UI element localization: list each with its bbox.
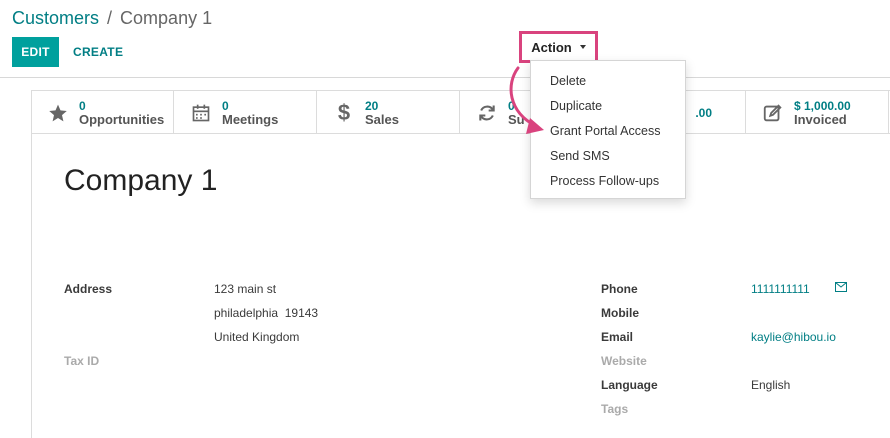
mobile-label: Mobile [601, 306, 639, 320]
breadcrumb: Customers / Company 1 [12, 8, 212, 29]
smart-button-sales[interactable]: $ 20 Sales [317, 91, 460, 134]
breadcrumb-current: Company 1 [120, 8, 213, 28]
edit-button[interactable]: EDIT [12, 37, 59, 67]
refresh-icon [476, 102, 498, 124]
address-label: Address [64, 282, 113, 296]
menu-item-duplicate[interactable]: Duplicate [531, 94, 685, 119]
calendar-icon [190, 102, 212, 124]
star-icon [47, 102, 69, 124]
language-value: English [751, 378, 791, 392]
address-street: 123 main st [214, 282, 277, 296]
opportunities-label: Opportunities [79, 111, 165, 127]
meetings-count: 0 [222, 98, 229, 113]
invoice-icon [762, 102, 784, 124]
menu-item-grant-portal-access[interactable]: Grant Portal Access [531, 119, 685, 144]
record-title: Company 1 [64, 164, 218, 197]
menu-item-process-follow-ups[interactable]: Process Follow-ups [531, 169, 685, 194]
smart-button-meetings[interactable]: 0 Meetings [174, 91, 317, 134]
invoiced-label: Invoiced [794, 111, 847, 127]
phone-value[interactable]: 1111111111 [751, 282, 810, 296]
phone-label: Phone [601, 282, 638, 296]
toolbar-divider [0, 77, 890, 78]
address-city-zip: philadelphia 19143 [214, 306, 319, 320]
meetings-label: Meetings [222, 111, 279, 127]
menu-item-send-sms[interactable]: Send SMS [531, 144, 685, 169]
smart-button-row: 0 Opportunities 0 Meetings $ 20 Sales 0 … [31, 91, 890, 134]
caret-down-icon [579, 45, 586, 49]
language-label: Language [601, 378, 658, 392]
website-label: Website [601, 354, 647, 368]
sales-count: 20 [365, 98, 379, 113]
address-country: United Kingdom [214, 330, 300, 344]
menu-item-delete[interactable]: Delete [531, 69, 685, 94]
create-button[interactable]: CREATE [66, 37, 130, 67]
tags-label: Tags [601, 402, 629, 416]
action-dropdown-button[interactable]: Action [519, 31, 598, 63]
email-label: Email [601, 330, 634, 344]
annotation-arrow-icon [509, 66, 544, 134]
sales-label: Sales [365, 111, 399, 127]
envelope-icon[interactable] [835, 281, 847, 295]
action-label: Action [531, 39, 572, 55]
smart-button-opportunities[interactable]: 0 Opportunities [31, 91, 174, 134]
breadcrumb-customers-link[interactable]: Customers [12, 8, 99, 29]
hidden-amount: .00 [695, 105, 712, 120]
email-value[interactable]: kaylie@hibou.io [751, 330, 836, 344]
breadcrumb-separator: / [107, 8, 113, 28]
smart-button-invoiced[interactable]: $ 1,000.00 Invoiced [746, 91, 889, 134]
dollar-icon: $ [337, 99, 351, 125]
invoiced-amount: $ 1,000.00 [794, 98, 851, 113]
opportunities-count: 0 [79, 98, 86, 113]
taxid-label: Tax ID [64, 354, 100, 368]
action-dropdown-menu: Delete Duplicate Grant Portal Access Sen… [530, 60, 686, 199]
